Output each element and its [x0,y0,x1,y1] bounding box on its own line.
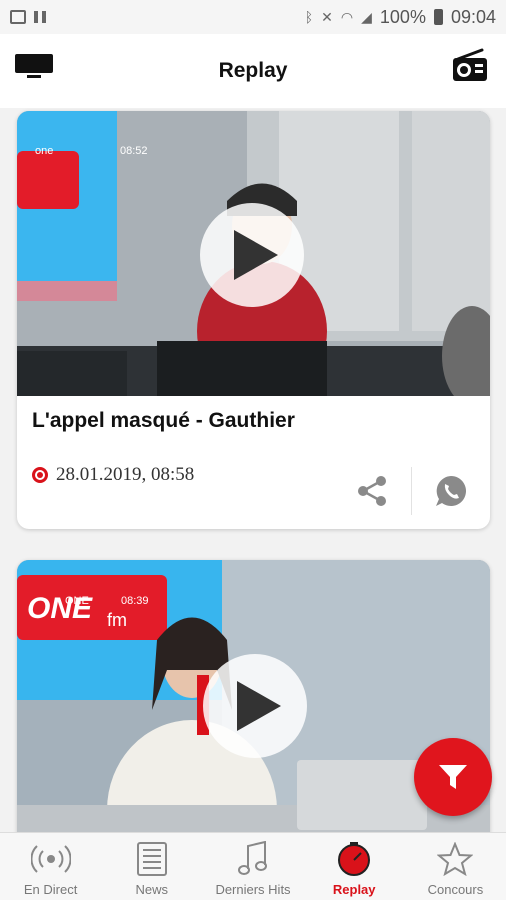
status-bar: ᛒ ✕ ◠ ◢ 100% 09:04 [0,0,506,34]
app-bar: Replay [0,34,506,108]
filter-button[interactable] [414,738,492,816]
video-thumbnail[interactable]: one 08:52 [17,111,490,396]
radio-icon[interactable] [452,48,488,82]
play-icon [234,230,278,280]
card-actions [333,461,490,521]
mute-icon: ✕ [321,8,333,25]
tv-icon[interactable] [14,53,54,79]
gallery-notification-icon [10,10,26,24]
tab-label: Derniers Hits [215,882,291,897]
music-note-icon [238,841,267,875]
bottom-tab-bar: En Direct News Derniers Hits Replay Conc… [0,832,506,900]
overlay-brand-label: ONE [65,595,89,607]
play-icon [237,681,281,731]
page-title: Replay [218,59,288,82]
tab-news[interactable]: News [101,833,202,900]
tab-label: En Direct [23,882,78,897]
tab-replay[interactable]: Replay [304,833,405,900]
broadcast-icon [30,845,71,873]
tab-concours[interactable]: Concours [405,833,506,900]
battery-icon [433,9,443,25]
replay-meta: 28.01.2019, 08:58 [32,464,194,486]
tab-label: News [135,882,169,897]
replay-title[interactable]: L'appel masqué - Gauthier [32,409,295,433]
replay-feed[interactable]: one 08:52 L'appel masqué - Gauthier 28.0… [0,108,506,832]
svg-text:fm: fm [107,610,127,630]
replay-datetime: 28.01.2019, 08:58 [56,464,195,485]
filter-icon [439,765,467,789]
whatsapp-button[interactable] [412,463,490,519]
replay-timer-icon [338,842,371,876]
overlay-timestamp: 08:39 [121,595,149,607]
replay-card[interactable]: one 08:52 L'appel masqué - Gauthier 28.0… [17,111,490,529]
pause-notification-icon [34,11,46,23]
battery-percent: 100% [379,6,426,27]
tab-label: Concours [427,882,484,897]
share-button[interactable] [333,463,411,519]
overlay-brand-label: one [35,145,54,157]
overlay-timestamp: 08:52 [120,145,148,157]
newspaper-icon [136,842,167,876]
whatsapp-icon [436,476,466,506]
tab-derniers-hits[interactable]: Derniers Hits [202,833,303,900]
share-icon [358,476,386,506]
play-button[interactable] [200,203,304,307]
tab-label: Replay [332,882,376,897]
bluetooth-icon: ᛒ [304,9,314,25]
tab-en-direct[interactable]: En Direct [0,833,101,900]
signal-icon: ◢ [361,8,372,25]
clock: 09:04 [450,6,496,27]
star-icon [437,842,474,876]
play-button[interactable] [203,654,307,758]
record-icon [32,467,48,483]
wifi-icon: ◠ [340,8,354,25]
